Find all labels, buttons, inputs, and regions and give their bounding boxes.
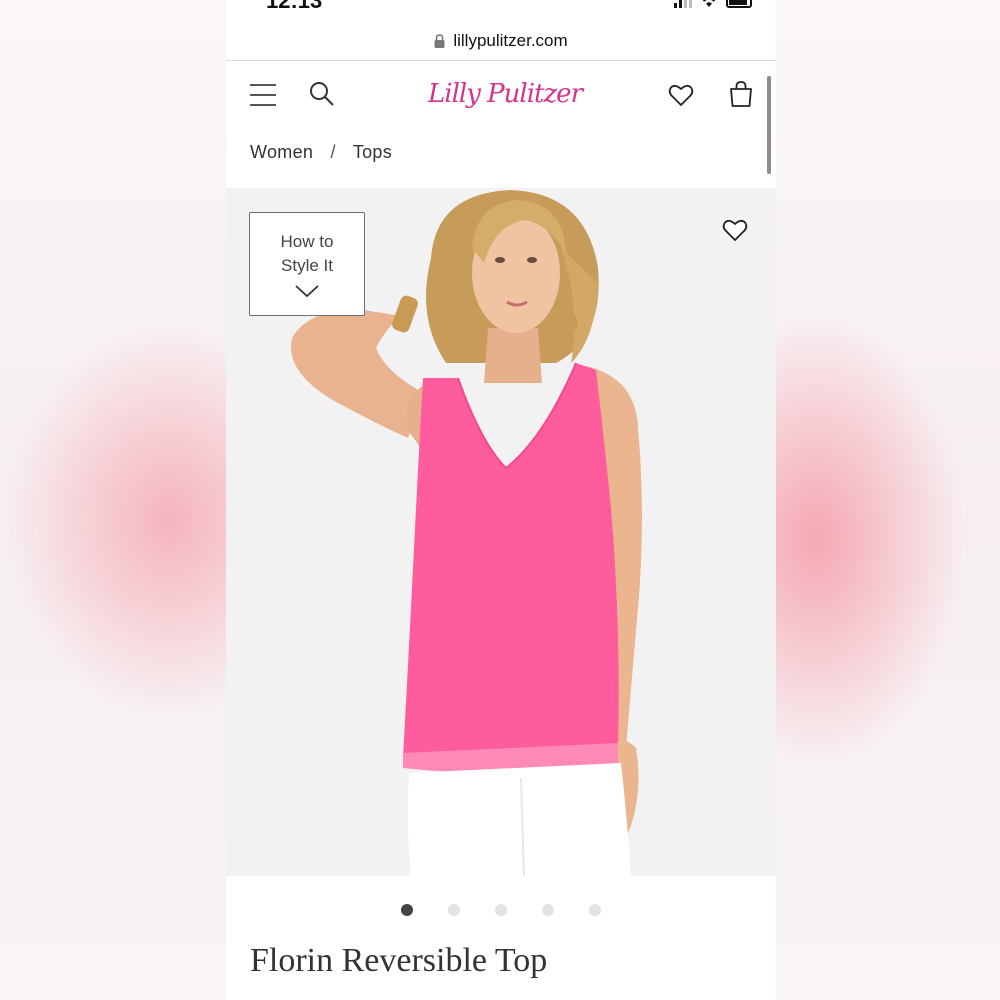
how-to-style-it-label: How to Style It (280, 232, 334, 275)
signal-icon (674, 0, 692, 8)
carousel-dot-3[interactable] (495, 904, 507, 916)
carousel-dot-5[interactable] (589, 904, 601, 916)
battery-icon (726, 0, 752, 8)
site-header: Lilly Pulitzer (226, 62, 776, 132)
heart-icon[interactable] (668, 82, 694, 108)
search-icon[interactable] (308, 80, 336, 108)
how-to-style-it-button[interactable]: How to Style It (249, 212, 365, 316)
chevron-down-icon (295, 285, 319, 298)
url-text: lillypulitzer.com (453, 31, 568, 50)
breadcrumb-item-tops[interactable]: Tops (353, 142, 392, 162)
blurred-backdrop-right (776, 0, 1000, 1000)
wifi-icon (702, 0, 716, 7)
lock-icon (434, 34, 445, 48)
image-carousel-dots (226, 904, 776, 916)
carousel-dot-2[interactable] (448, 904, 460, 916)
breadcrumb: Women / Tops (250, 142, 392, 163)
scrollbar[interactable] (767, 76, 771, 174)
breadcrumb-item-women[interactable]: Women (250, 142, 313, 162)
carousel-dot-1[interactable] (401, 904, 413, 916)
status-time: 12:13 (266, 0, 323, 13)
brand-logo[interactable]: Lilly Pulitzer (420, 70, 590, 118)
carousel-dot-4[interactable] (542, 904, 554, 916)
status-bar: 12:13 (226, 0, 776, 14)
breadcrumb-separator: / (330, 142, 336, 162)
product-image[interactable]: How to Style It (226, 188, 776, 876)
status-icons (674, 0, 752, 8)
url-bar[interactable]: lillypulitzer.com (226, 24, 776, 61)
blurred-backdrop-left (0, 0, 226, 1000)
phone-screen: 12:13 lillypulitzer.com Lilly Pulitzer W… (226, 0, 776, 1000)
wishlist-heart-icon[interactable] (722, 217, 748, 243)
bag-icon[interactable] (728, 80, 754, 108)
menu-icon[interactable] (250, 84, 276, 106)
logo-text: Lilly Pulitzer (428, 79, 583, 109)
product-title: Florin Reversible Top (250, 942, 548, 979)
